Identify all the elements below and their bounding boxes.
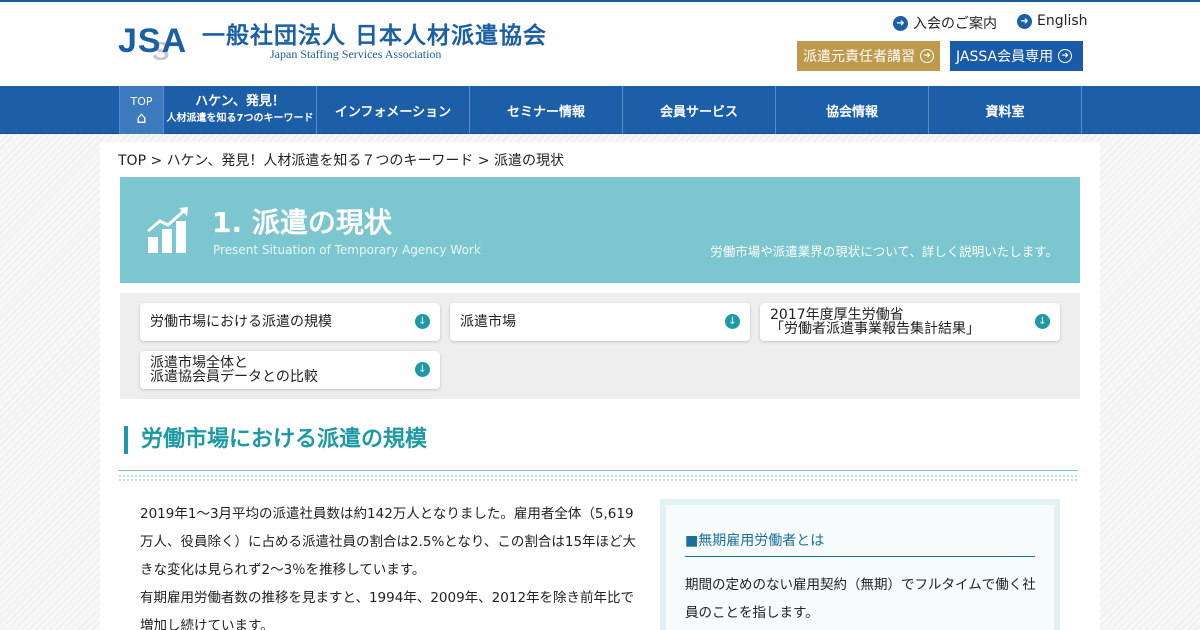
section-body: 2019年1～3月平均の派遣社員数は約142万人となりました。雇用者全体（5,6… bbox=[140, 500, 645, 630]
bar-chart-icon bbox=[147, 207, 188, 253]
definition-sidebox-inner: ■無期雇用労働者とは 期間の定めのない雇用契約（無期）でフルタイムで働く社員のこ… bbox=[666, 505, 1054, 630]
join-guide-link[interactable]: ➜ 入会のご案内 bbox=[893, 13, 997, 33]
jsa-logo-mark: S JSA bbox=[118, 14, 192, 66]
nav-haken-label: ハケン、発見！ bbox=[195, 94, 285, 109]
anchor-label-line2: 派遣協会員データとの比較 bbox=[150, 369, 318, 385]
anchor-label: 派遣市場 bbox=[460, 314, 516, 330]
anchor-links-panel: 労働市場における派遣の規模 ↓ 派遣市場 ↓ 2017年度厚生労働省 「労働者派… bbox=[120, 293, 1080, 399]
dispatch-manager-course-label: 派遣元責任者講習 bbox=[803, 49, 915, 65]
page-hero-banner: 1. 派遣の現状 Present Situation of Temporary … bbox=[120, 177, 1080, 283]
definition-sidebox: ■無期雇用労働者とは 期間の定めのない雇用契約（無期）でフルタイムで働く社員のこ… bbox=[660, 499, 1060, 630]
arrow-right-circle-icon: ➜ bbox=[920, 49, 934, 63]
logo-subtitle: Japan Staffing Services Association bbox=[270, 47, 442, 61]
anchor-link-mhlw-report[interactable]: 2017年度厚生労働省 「労働者派遣事業報告集計結果」 ↓ bbox=[760, 303, 1060, 341]
nav-item-association-info[interactable]: 協会情報 bbox=[776, 86, 929, 134]
body-paragraph: 2019年1～3月平均の派遣社員数は約142万人となりました。雇用者全体（5,6… bbox=[140, 506, 637, 578]
global-nav: TOP ⌂ ハケン、発見！ 人材派遣を知る7つのキーワード インフォメーション … bbox=[0, 86, 1200, 134]
anchor-label-line1: 2017年度厚生労働省 bbox=[770, 307, 904, 323]
nav-top-label: TOP bbox=[130, 94, 153, 108]
arrow-right-circle-icon: ➜ bbox=[1017, 13, 1032, 29]
nav-item-documents[interactable]: 資料室 bbox=[929, 86, 1082, 134]
arrow-right-circle-icon: ➜ bbox=[1058, 49, 1073, 63]
nav-haken-sublabel: 人材派遣を知る7つのキーワード bbox=[166, 113, 314, 124]
section-dotted-divider bbox=[118, 474, 1078, 482]
nav-item-member-services[interactable]: 会員サービス bbox=[623, 86, 776, 134]
section-divider bbox=[118, 470, 1078, 471]
arrow-down-circle-icon: ↓ bbox=[1035, 314, 1050, 329]
breadcrumb[interactable]: TOP > ハケン、発見！人材派遣を知る７つのキーワード > 派遣の現状 bbox=[118, 150, 564, 170]
nav-item-top[interactable]: TOP ⌂ bbox=[119, 86, 164, 134]
logo-jsa-text: JSA bbox=[118, 22, 188, 60]
sidebox-title: ■無期雇用労働者とは bbox=[685, 530, 1035, 557]
nav-item-haken-hakken[interactable]: ハケン、発見！ 人材派遣を知る7つのキーワード bbox=[164, 86, 317, 134]
arrow-right-circle-icon: ➜ bbox=[893, 15, 908, 31]
anchor-link-labor-market-scale[interactable]: 労働市場における派遣の規模 ↓ bbox=[140, 303, 440, 341]
anchor-link-dispatch-market[interactable]: 派遣市場 ↓ bbox=[450, 303, 750, 341]
page-description: 労働市場や派遣業界の現状について、詳しく説明いたします。 bbox=[710, 244, 1058, 259]
site-header: S JSA 一般社団法人 日本人材派遣協会 Japan Staffing Ser… bbox=[0, 2, 1200, 86]
nav-item-seminar[interactable]: セミナー情報 bbox=[470, 86, 623, 134]
dispatch-manager-course-button[interactable]: 派遣元責任者講習 ➜ bbox=[797, 41, 940, 71]
sidebox-text: 期間の定めのない雇用契約（無期）でフルタイムで働く社員のことを指します。 bbox=[685, 577, 1036, 621]
nav-item-information[interactable]: インフォメーション bbox=[317, 86, 470, 134]
site-logo[interactable]: S JSA 一般社団法人 日本人材派遣協会 Japan Staffing Ser… bbox=[118, 14, 546, 66]
nav-divider bbox=[1081, 86, 1082, 134]
english-label: English bbox=[1037, 13, 1088, 29]
anchor-link-market-comparison[interactable]: 派遣市場全体と 派遣協会員データとの比較 ↓ bbox=[140, 351, 440, 389]
arrow-down-circle-icon: ↓ bbox=[725, 314, 740, 329]
english-link[interactable]: ➜ English bbox=[1017, 13, 1088, 29]
anchor-label: 労働市場における派遣の規模 bbox=[150, 314, 332, 330]
join-guide-label: 入会のご案内 bbox=[913, 16, 997, 32]
logo-title: 一般社団法人 日本人材派遣協会 bbox=[202, 23, 548, 49]
anchor-label-line2: 「労働者派遣事業報告集計結果」 bbox=[770, 321, 980, 337]
home-icon: ⌂ bbox=[136, 107, 147, 127]
anchor-label-line1: 派遣市場全体と bbox=[150, 355, 248, 371]
page-subtitle-en: Present Situation of Temporary Agency Wo… bbox=[213, 243, 481, 257]
members-only-button[interactable]: JASSA会員専用 ➜ bbox=[950, 41, 1083, 71]
body-paragraph: 有期雇用労働者数の推移を見ますと、1994年、2009年、2012年を除き前年比… bbox=[140, 590, 635, 630]
arrow-down-circle-icon: ↓ bbox=[415, 362, 430, 377]
members-only-label: JASSA会員専用 bbox=[956, 49, 1054, 65]
arrow-down-circle-icon: ↓ bbox=[415, 314, 430, 329]
section-heading: 労働市場における派遣の規模 bbox=[124, 426, 427, 454]
page-title: 1. 派遣の現状 bbox=[212, 206, 392, 239]
